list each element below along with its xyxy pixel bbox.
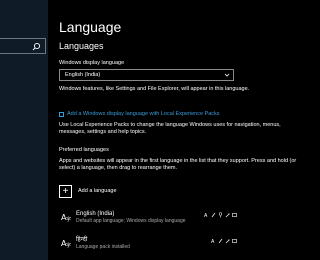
chevron-down-icon: [224, 73, 230, 77]
display-language-value: English (India): [65, 72, 101, 78]
section-title-languages: Languages: [59, 41, 104, 51]
display-language-icon: A: [204, 213, 208, 218]
display-language-select[interactable]: English (India): [59, 69, 234, 81]
search-box[interactable]: [0, 38, 46, 54]
add-language-label: Add a language: [78, 188, 117, 194]
add-icon: [59, 112, 64, 117]
language-description: Default app language; Windows display la…: [76, 218, 186, 224]
page-title: Language: [59, 19, 122, 35]
language-page: Language Languages Windows display langu…: [59, 0, 304, 260]
language-icon: A 字: [61, 239, 71, 248]
plus-icon: +: [59, 185, 72, 198]
language-capabilities: A: [204, 212, 237, 218]
svg-text:A: A: [204, 213, 208, 218]
settings-sidebar: [0, 0, 48, 260]
handwriting-icon: [225, 213, 230, 218]
display-language-description: Windows features, like Settings and File…: [59, 86, 250, 92]
language-name: हिन्दी: [76, 237, 88, 243]
preferred-languages-description: Apps and websites will appear in the fir…: [59, 158, 297, 171]
text-to-speech-icon: [218, 238, 223, 244]
svg-text:字: 字: [66, 242, 71, 248]
svg-text:字: 字: [66, 216, 71, 222]
keyboard-icon: [232, 213, 237, 217]
language-description: Language pack installed: [76, 244, 130, 250]
preferred-languages-title: Preferred languages: [59, 147, 109, 153]
language-name: English (India): [76, 211, 115, 217]
search-icon[interactable]: [32, 42, 41, 51]
add-display-language-link-label: Add a Windows display language with Loca…: [67, 111, 220, 117]
local-experience-packs-description: Use Local Experience Packs to change the…: [59, 122, 281, 135]
display-language-icon: A: [211, 239, 215, 244]
keyboard-icon: [232, 239, 237, 243]
handwriting-icon: [225, 239, 230, 244]
text-to-speech-icon: [211, 212, 216, 218]
svg-text:A: A: [211, 239, 215, 244]
language-icon: A 字: [61, 213, 71, 222]
microphone-icon: [219, 212, 222, 218]
language-capabilities: A: [211, 238, 237, 244]
language-row-hindi[interactable]: A 字 हिन्दी Language pack installed A: [59, 236, 237, 254]
language-row-english-india[interactable]: A 字 English (India) Default app language…: [59, 210, 237, 228]
add-language-button[interactable]: + Add a language: [59, 185, 117, 198]
add-display-language-link[interactable]: Add a Windows display language with Loca…: [59, 111, 220, 118]
display-language-label: Windows display language: [59, 60, 125, 66]
